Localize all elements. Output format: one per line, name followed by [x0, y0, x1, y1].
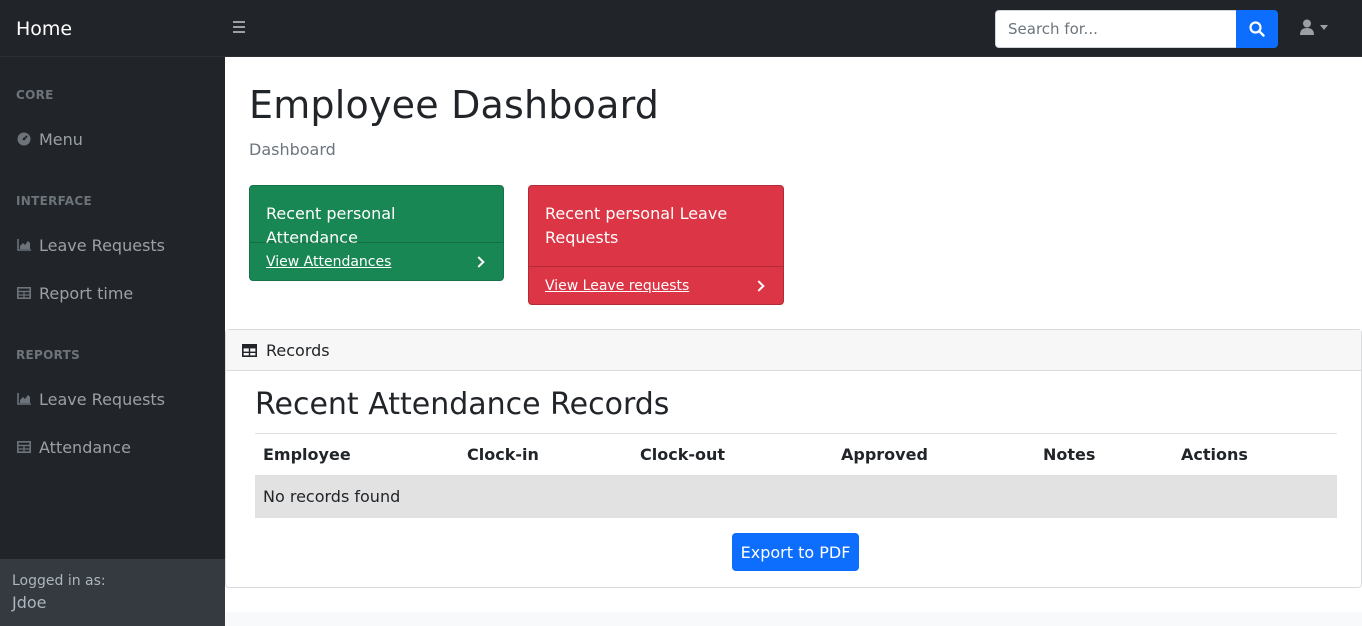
search-icon — [1249, 21, 1265, 37]
leave-requests-card-title: Recent personal Leave Requests — [545, 204, 728, 247]
hamburger-icon — [233, 21, 245, 23]
search-button[interactable] — [1236, 10, 1278, 48]
leave-requests-card: Recent personal Leave Requests View Leav… — [528, 185, 784, 305]
sidebar-item-reports-leave-requests[interactable]: Leave Requests — [16, 387, 216, 411]
view-attendances-link[interactable]: View Attendances — [266, 254, 391, 270]
sidebar-footer: Logged in as: Jdoe — [0, 559, 225, 626]
page-title: Employee Dashboard — [249, 83, 660, 127]
column-header-employee: Employee — [255, 433, 459, 476]
table-icon — [16, 286, 31, 300]
sidebar-item-label: Leave Requests — [39, 389, 166, 409]
chevron-right-icon — [753, 279, 765, 292]
sidebar-heading-reports: REPORTS — [16, 348, 81, 362]
search-input[interactable] — [995, 10, 1237, 48]
sidebar-item-report-time[interactable]: Report time — [16, 281, 216, 305]
empty-message: No records found — [255, 475, 1337, 518]
view-leave-requests-link[interactable]: View Leave requests — [545, 278, 689, 294]
sidebar-toggle-button[interactable] — [231, 18, 249, 38]
column-header-notes: Notes — [1035, 433, 1173, 476]
sidebar: CORE Menu INTERFACE Leave Requests Repor… — [0, 57, 225, 626]
sidebar-heading-interface: INTERFACE — [16, 194, 92, 208]
sidebar-heading-core: CORE — [16, 88, 54, 102]
attendance-card-footer: View Attendances — [250, 242, 503, 280]
sidebar-item-label: Attendance — [39, 437, 131, 457]
column-header-clock-out: Clock-out — [632, 433, 833, 476]
attendance-card: Recent personal Attendance View Attendan… — [249, 185, 504, 281]
table-header-row: Employee Clock-in Clock-out Approved Not… — [255, 433, 1337, 476]
main-content: Employee Dashboard Dashboard Recent pers… — [225, 57, 1362, 626]
column-header-actions: Actions — [1173, 433, 1337, 476]
table-row: No records found — [255, 475, 1337, 518]
attendance-table: Employee Clock-in Clock-out Approved Not… — [255, 433, 1337, 518]
export-pdf-button[interactable]: Export to PDF — [732, 533, 859, 571]
records-header: Records — [226, 330, 1361, 371]
area-chart-icon — [16, 392, 31, 406]
footer-strip — [225, 612, 1362, 626]
table-icon — [242, 343, 257, 357]
tachometer-icon — [16, 132, 31, 146]
search-group — [995, 10, 1278, 48]
user-icon — [1300, 19, 1314, 35]
records-header-label: Records — [266, 340, 330, 360]
sidebar-item-label: Leave Requests — [39, 235, 166, 255]
table-icon — [16, 440, 31, 454]
column-header-clock-in: Clock-in — [459, 433, 632, 476]
area-chart-icon — [16, 238, 31, 252]
leave-requests-card-footer: View Leave requests — [529, 266, 783, 304]
column-header-approved: Approved — [833, 433, 1035, 476]
sidebar-item-attendance[interactable]: Attendance — [16, 435, 216, 459]
sidebar-item-label: Report time — [39, 283, 134, 303]
chevron-right-icon — [473, 255, 485, 268]
sidebar-item-label: Menu — [39, 129, 83, 149]
breadcrumb: Dashboard — [249, 140, 336, 159]
records-title: Recent Attendance Records — [255, 387, 670, 422]
sidebar-item-leave-requests[interactable]: Leave Requests — [16, 233, 216, 257]
top-navbar: Home — [0, 0, 1362, 57]
records-card: Records Recent Attendance Records Employ… — [225, 329, 1362, 588]
user-dropdown[interactable] — [1300, 19, 1328, 35]
sidebar-item-menu[interactable]: Menu — [16, 127, 216, 151]
logged-in-user: Jdoe — [12, 593, 47, 612]
logged-in-label: Logged in as: — [12, 573, 106, 589]
brand-link[interactable]: Home — [16, 17, 72, 41]
chevron-down-icon — [1320, 24, 1328, 30]
